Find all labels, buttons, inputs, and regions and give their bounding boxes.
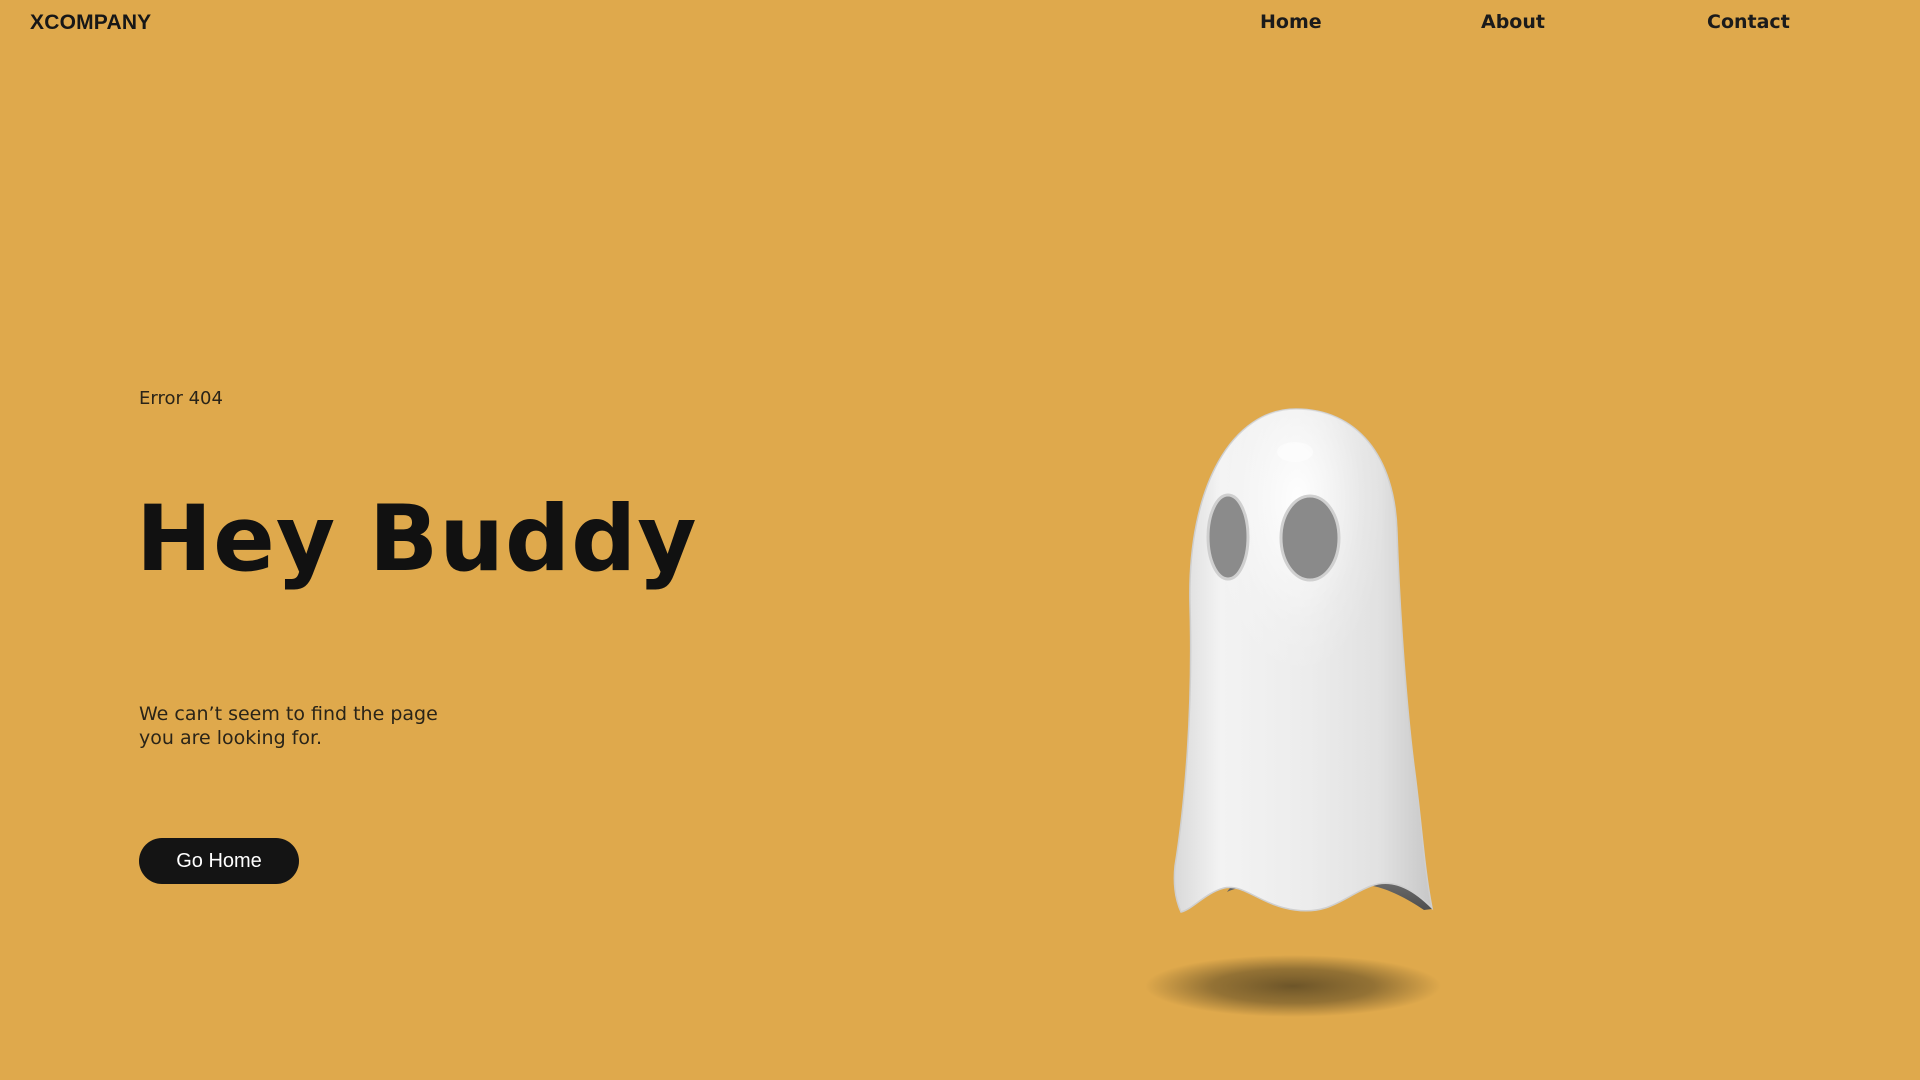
ghost-highlight: [1174, 409, 1432, 912]
ghost-head-shine: [1277, 442, 1313, 462]
ghost-illustration: [1135, 400, 1465, 1020]
nav-about-link[interactable]: About: [1481, 11, 1545, 33]
ghost-icon: [1145, 408, 1441, 1017]
ghost-left-eye: [1206, 493, 1250, 581]
page-title: Hey Buddy: [136, 487, 698, 592]
error-page: XCOMPANY Home About Contact Error 404 He…: [0, 0, 1920, 1080]
error-message: We can’t seem to find the page you are l…: [139, 702, 499, 750]
nav-home-link[interactable]: Home: [1260, 11, 1322, 33]
ghost-right-eye: [1279, 494, 1341, 582]
top-navigation: Home About Contact: [0, 11, 1920, 39]
go-home-button[interactable]: Go Home: [139, 838, 299, 884]
error-message-line-1: We can’t seem to find the page: [139, 703, 438, 725]
nav-contact-link[interactable]: Contact: [1707, 11, 1790, 33]
error-code: Error 404: [139, 388, 223, 409]
error-message-line-2: you are looking for.: [139, 727, 323, 749]
ghost-shadow: [1145, 955, 1441, 1017]
